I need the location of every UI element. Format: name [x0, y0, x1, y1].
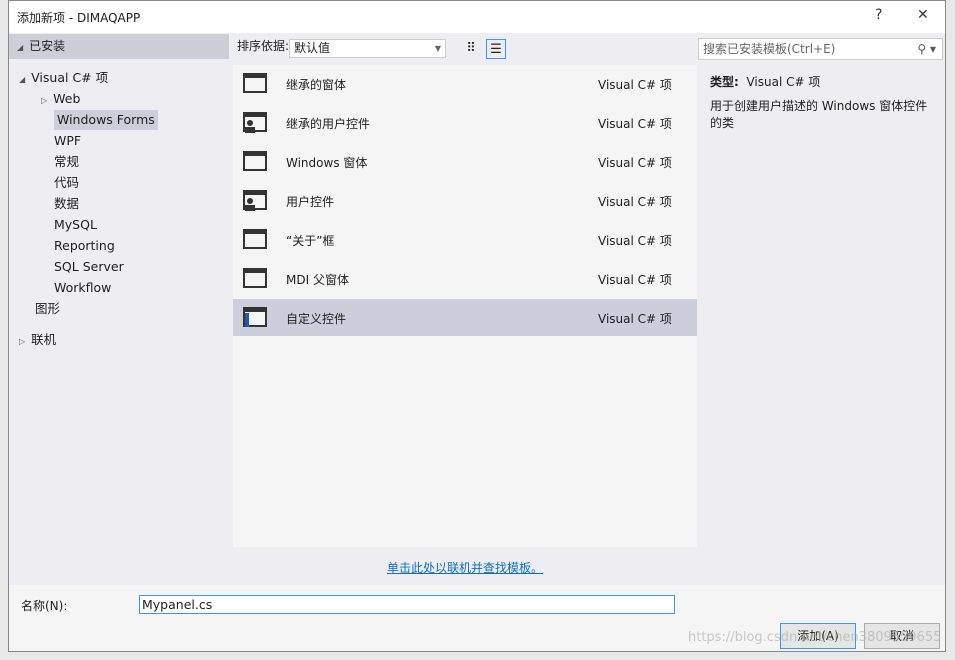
template-name: 自定义控件: [286, 312, 347, 326]
installed-label: 已安装: [29, 39, 66, 53]
search-placeholder: 搜索已安装模板(Ctrl+E): [703, 42, 836, 56]
template-name: 继承的用户控件: [286, 117, 371, 131]
list-icon: ☰: [490, 42, 502, 57]
close-button[interactable]: ✕: [917, 7, 929, 23]
template-item[interactable]: 继承的用户控件 Visual C# 项: [233, 104, 697, 141]
inherited-form-icon: [243, 71, 269, 95]
template-item[interactable]: 继承的窗体 Visual C# 项: [233, 65, 697, 102]
help-button[interactable]: ?: [875, 7, 882, 23]
template-item[interactable]: 用户控件 Visual C# 项: [233, 182, 697, 219]
tree-label: MySQL: [54, 217, 97, 232]
tree-label: Visual C# 项: [31, 70, 109, 85]
tree-label: Web: [53, 91, 81, 106]
inherited-user-control-icon: [243, 110, 269, 134]
online-templates-link[interactable]: 单击此处以联机并查找模板。: [387, 559, 543, 576]
template-type: Visual C# 项: [598, 273, 672, 287]
template-item[interactable]: MDI 父窗体 Visual C# 项: [233, 260, 697, 297]
template-type: Visual C# 项: [598, 234, 672, 248]
search-input[interactable]: 搜索已安装模板(Ctrl+E) ⚲ ▾: [698, 38, 943, 60]
tree-item[interactable]: 代码: [54, 173, 79, 193]
template-type: Visual C# 项: [598, 312, 672, 326]
mdi-parent-icon: [243, 266, 269, 290]
template-type: Visual C# 项: [598, 195, 672, 209]
tree-item[interactable]: Workflow: [54, 278, 111, 298]
tree-label: Reporting: [54, 238, 115, 253]
custom-control-icon: [243, 305, 269, 329]
template-name: 用户控件: [286, 195, 335, 209]
search-icon: ⚲ ▾: [917, 42, 936, 56]
sort-value: 默认值: [294, 41, 331, 55]
expanded-icon: ◢: [17, 43, 24, 52]
template-type: Visual C# 项: [598, 156, 672, 170]
template-type: Visual C# 项: [598, 78, 672, 92]
tree-label: 图形: [35, 301, 61, 316]
tree-graphics[interactable]: 图形: [35, 299, 60, 319]
tree-label: WPF: [54, 133, 82, 148]
tree-item[interactable]: ▷ Web: [41, 89, 81, 109]
template-name: MDI 父窗体: [286, 273, 349, 287]
template-name: 继承的窗体: [286, 78, 347, 92]
template-name: “关于”框: [286, 234, 335, 248]
title-bar: 添加新项 - DIMAQAPP ? ✕: [9, 1, 945, 33]
watermark: https://blog.csdn.net/chen3809559655: [688, 630, 942, 645]
grid-view-button[interactable]: ⠿: [461, 39, 481, 59]
tree-item[interactable]: WPF: [54, 131, 81, 151]
chevron-down-icon: ▼: [434, 44, 441, 53]
template-name: Windows 窗体: [286, 156, 368, 170]
tree-label: 常规: [54, 154, 80, 169]
tree-item[interactable]: Reporting: [54, 236, 115, 256]
tree-label: 代码: [54, 175, 80, 190]
type-label: 类型:: [710, 75, 739, 89]
collapsed-icon: ▷: [19, 337, 26, 346]
template-item[interactable]: “关于”框 Visual C# 项: [233, 221, 697, 258]
tree-item[interactable]: Windows Forms: [54, 110, 158, 130]
tree-item[interactable]: MySQL: [54, 215, 97, 235]
tree-item[interactable]: 数据: [54, 194, 79, 214]
user-control-icon: [243, 188, 269, 212]
name-label: 名称(N):: [21, 599, 68, 613]
about-box-icon: [243, 227, 269, 251]
category-tree: ◢ 已安装 ◢ Visual C# 项 ▷ Web Windows Forms WPF 常规代…: [9, 34, 229, 584]
template-item[interactable]: 自定义控件 Visual C# 项: [233, 299, 697, 336]
list-view-button[interactable]: ☰: [486, 39, 506, 59]
tree-label: SQL Server: [54, 259, 124, 274]
template-item[interactable]: Windows 窗体 Visual C# 项: [233, 143, 697, 180]
template-type: Visual C# 项: [598, 117, 672, 131]
window-title: 添加新项 - DIMAQAPP: [17, 11, 141, 25]
tree-item[interactable]: 常规: [54, 152, 79, 172]
tree-visual-csharp[interactable]: ◢ Visual C# 项: [19, 68, 108, 88]
sort-label: 排序依据:: [237, 39, 290, 53]
name-input[interactable]: Mypanel.cs: [139, 595, 675, 614]
add-new-item-dialog: 添加新项 - DIMAQAPP ? ✕ ◢ 已安装 ◢ Visual C# 项 ▷ We…: [8, 0, 946, 652]
tree-label: Windows Forms: [57, 112, 155, 127]
template-list: 继承的窗体 Visual C# 项继承的用户控件 Visual C# 项 Window…: [233, 65, 697, 547]
tree-label: Workflow: [54, 280, 112, 295]
grid-icon: ⠿: [466, 41, 476, 56]
collapsed-icon: ▷: [41, 96, 48, 105]
tree-label: 联机: [31, 332, 57, 347]
tree-installed[interactable]: ◢ 已安装: [9, 34, 229, 59]
expanded-icon: ◢: [19, 75, 26, 84]
description: 用于创建用户描述的 Windows 窗体控件的类: [710, 99, 928, 130]
tree-online[interactable]: ▷ 联机: [19, 330, 56, 350]
type-value: Visual C# 项: [746, 75, 821, 89]
tree-label: 数据: [54, 196, 80, 211]
sort-dropdown[interactable]: 默认值 ▼: [289, 39, 446, 58]
tree-item[interactable]: SQL Server: [54, 257, 124, 277]
windows-form-icon: [243, 149, 269, 173]
